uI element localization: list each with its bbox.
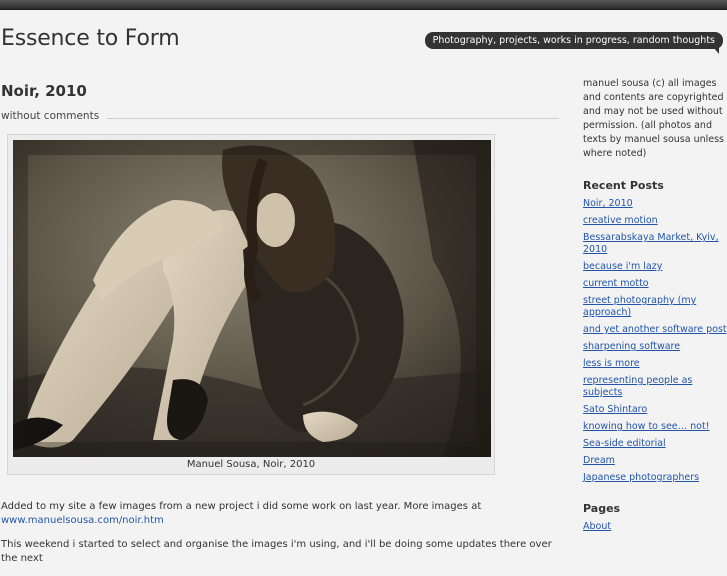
list-item: Dream <box>583 455 727 467</box>
list-item: Japanese photographers <box>583 472 727 484</box>
recent-post-link[interactable]: knowing how to see… not! <box>583 421 710 432</box>
recent-post-link[interactable]: creative motion <box>583 215 658 226</box>
about-text: manuel sousa (c) all images and contents… <box>583 78 725 159</box>
comments-link[interactable]: without comments <box>1 110 99 122</box>
list-item: current motto <box>583 278 727 290</box>
recent-post-link[interactable]: Sato Shintaro <box>583 404 647 415</box>
list-item: representing people as subjects <box>583 375 727 399</box>
post-paragraph: Added to my site a few images from a new… <box>1 500 556 528</box>
recent-post-link[interactable]: Noir, 2010 <box>583 198 633 209</box>
post-figure: Manuel Sousa, Noir, 2010 <box>7 134 495 475</box>
list-item: Noir, 2010 <box>583 198 727 210</box>
recent-posts-list: Noir, 2010 creative motion Bessarabskaya… <box>583 198 727 484</box>
post-photo[interactable] <box>13 140 491 457</box>
recent-post-link[interactable]: Bessarabskaya Market, Kyiv, 2010 <box>583 232 719 255</box>
recent-post-link[interactable]: and yet another software post <box>583 324 727 335</box>
recent-post-link[interactable]: Sea-side editorial <box>583 438 666 449</box>
post-title[interactable]: Noir, 2010 <box>1 82 87 100</box>
list-item: knowing how to see… not! <box>583 421 727 433</box>
recent-post-link[interactable]: current motto <box>583 278 649 289</box>
list-item: Sato Shintaro <box>583 404 727 416</box>
list-item: less is more <box>583 358 727 370</box>
recent-post-link[interactable]: because i'm lazy <box>583 261 662 272</box>
list-item: creative motion <box>583 215 727 227</box>
comments-line: without comments <box>1 110 559 122</box>
sidebar: manuel sousa (c) all images and contents… <box>583 77 727 538</box>
pages-list: About <box>583 521 727 533</box>
recent-post-link[interactable]: representing people as subjects <box>583 375 692 398</box>
pages-heading: Pages <box>583 502 621 515</box>
list-item: and yet another software post <box>583 324 727 336</box>
recent-post-link[interactable]: sharpening software <box>583 341 680 352</box>
list-item: because i'm lazy <box>583 261 727 273</box>
noir-link[interactable]: www.manuelsousa.com/noir.htm <box>1 515 164 526</box>
post-paragraph: This weekend i started to select and org… <box>1 539 552 564</box>
tagline-badge: Photography, projects, works in progress… <box>424 32 723 54</box>
list-item: street photography (my approach) <box>583 295 727 319</box>
photo-caption: Manuel Sousa, Noir, 2010 <box>186 459 316 470</box>
post-body: Added to my site a few images from a new… <box>1 500 556 576</box>
list-item: sharpening software <box>583 341 727 353</box>
divider <box>107 117 559 119</box>
site-title[interactable]: Essence to Form <box>1 26 180 51</box>
recent-posts-heading: Recent Posts <box>583 179 664 192</box>
recent-post-link[interactable]: street photography (my approach) <box>583 295 696 318</box>
list-item: Bessarabskaya Market, Kyiv, 2010 <box>583 232 727 256</box>
paragraph-text: Added to my site a few images from a new… <box>1 501 482 512</box>
recent-post-link[interactable]: less is more <box>583 358 640 369</box>
top-bar <box>0 0 727 10</box>
page-link-about[interactable]: About <box>583 521 611 532</box>
list-item: About <box>583 521 727 533</box>
recent-post-link[interactable]: Dream <box>583 455 615 466</box>
list-item: Sea-side editorial <box>583 438 727 450</box>
recent-post-link[interactable]: Japanese photographers <box>583 472 699 483</box>
